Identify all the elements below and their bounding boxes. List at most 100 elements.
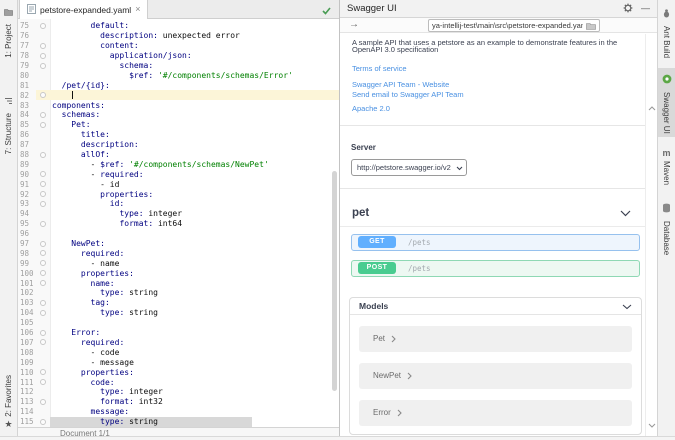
sidebar-item-database[interactable]: Database xyxy=(658,197,675,258)
fold-marker[interactable] xyxy=(36,339,50,345)
scroll-down-icon[interactable] xyxy=(648,415,656,433)
code-line[interactable]: 77 content: xyxy=(18,41,339,51)
editor-tab[interactable]: petstore-expanded.yaml × xyxy=(20,0,147,19)
fold-marker[interactable] xyxy=(36,419,50,425)
fold-marker[interactable] xyxy=(36,112,50,118)
code-line[interactable]: 97 NewPet: xyxy=(18,239,339,249)
code-line[interactable]: 94 type: integer xyxy=(18,209,339,219)
gear-icon[interactable] xyxy=(623,0,633,18)
fold-marker[interactable] xyxy=(36,300,50,306)
fold-marker[interactable] xyxy=(36,122,50,128)
server-select[interactable]: http://petstore.swagger.io/v2 xyxy=(351,159,467,176)
terms-of-service-link[interactable]: Terms of service xyxy=(352,64,633,73)
folder-icon[interactable] xyxy=(586,17,596,35)
fold-marker[interactable] xyxy=(36,241,50,247)
code-line[interactable]: 95 format: int64 xyxy=(18,219,339,229)
code-line[interactable]: 112 type: integer xyxy=(18,387,339,397)
fold-marker[interactable] xyxy=(36,250,50,256)
code-line[interactable]: 101 name: xyxy=(18,278,339,288)
fold-marker[interactable] xyxy=(36,270,50,276)
sidebar-item-swagger-ui[interactable]: Swagger UI xyxy=(658,68,675,137)
minimize-icon[interactable]: — xyxy=(641,4,650,13)
code-editor[interactable]: 75 default:76 description: unexpected er… xyxy=(18,19,339,427)
code-line[interactable]: 102 type: string xyxy=(18,288,339,298)
fold-marker[interactable] xyxy=(36,379,50,385)
code-line[interactable]: 99 - name xyxy=(18,258,339,268)
code-line[interactable]: 75 default: xyxy=(18,21,339,31)
code-line[interactable]: 115 type: string xyxy=(18,417,339,427)
code-line[interactable]: 105 xyxy=(18,318,339,328)
operation-post-pets[interactable]: POST /pets xyxy=(351,260,640,277)
inspection-ok-icon[interactable] xyxy=(322,2,331,20)
code-line[interactable]: 108 - code xyxy=(18,347,339,357)
fold-marker[interactable] xyxy=(36,171,50,177)
fold-marker[interactable] xyxy=(36,152,50,158)
close-icon[interactable]: × xyxy=(135,5,140,14)
model-error[interactable]: Error xyxy=(359,400,632,426)
tag-section-pet[interactable]: pet xyxy=(352,204,631,222)
code-line[interactable]: 87 description: xyxy=(18,140,339,150)
fold-marker[interactable] xyxy=(36,369,50,375)
code-line[interactable]: 81 /pet/{id}: xyxy=(18,80,339,90)
sidebar-item-favorites[interactable]: 2: Favorites ★ xyxy=(0,372,17,432)
operation-get-pets[interactable]: GET /pets xyxy=(351,234,640,251)
code-line[interactable]: 107 required: xyxy=(18,338,339,348)
license-link[interactable]: Apache 2.0 xyxy=(352,104,633,113)
fold-marker[interactable] xyxy=(36,221,50,227)
chevron-down-icon[interactable] xyxy=(622,297,632,315)
swagger-scrollbar[interactable] xyxy=(645,34,657,440)
team-email-link[interactable]: Send email to Swagger API Team xyxy=(352,90,633,99)
code-line[interactable]: 103 tag: xyxy=(18,298,339,308)
code-line[interactable]: 114 message: xyxy=(18,407,339,417)
code-line[interactable]: 91 - id xyxy=(18,179,339,189)
code-line[interactable]: 84 schemas: xyxy=(18,110,339,120)
code-line[interactable]: 111 code: xyxy=(18,377,339,387)
model-newpet[interactable]: NewPet xyxy=(359,363,632,389)
fold-marker[interactable] xyxy=(36,43,50,49)
code-line[interactable]: 82 xyxy=(18,90,339,100)
code-line[interactable]: 79 schema: xyxy=(18,61,339,71)
fold-marker[interactable] xyxy=(36,181,50,187)
sidebar-item-maven[interactable]: m Maven xyxy=(658,146,675,188)
run-arrow-icon[interactable]: → xyxy=(349,18,359,32)
code-line[interactable]: 109 - message xyxy=(18,357,339,367)
code-line[interactable]: 106 Error: xyxy=(18,328,339,338)
code-line[interactable]: 110 properties: xyxy=(18,367,339,377)
scroll-up-icon[interactable] xyxy=(648,98,656,116)
fold-marker[interactable] xyxy=(36,201,50,207)
code-line[interactable]: 100 properties: xyxy=(18,268,339,278)
code-line[interactable]: 89 - $ref: '#/components/schemas/NewPet' xyxy=(18,159,339,169)
code-line[interactable]: 88 allOf: xyxy=(18,150,339,160)
code-line[interactable]: 83components: xyxy=(18,100,339,110)
fold-marker[interactable] xyxy=(36,280,50,286)
fold-marker[interactable] xyxy=(36,260,50,266)
code-line[interactable]: 86 title: xyxy=(18,130,339,140)
code-line[interactable]: 92 properties: xyxy=(18,189,339,199)
code-line[interactable]: 76 description: unexpected error xyxy=(18,31,339,41)
fold-marker[interactable] xyxy=(36,92,50,98)
code-line[interactable]: 80 $ref: '#/components/schemas/Error' xyxy=(18,70,339,80)
sidebar-item-ant-build[interactable]: Ant Build xyxy=(658,2,675,61)
code-line[interactable]: 78 application/json: xyxy=(18,51,339,61)
models-header[interactable]: Models xyxy=(350,298,641,315)
code-line[interactable]: 113 format: int32 xyxy=(18,397,339,407)
code-line[interactable]: 96 xyxy=(18,229,339,239)
fold-marker[interactable] xyxy=(36,310,50,316)
team-website-link[interactable]: Swagger API Team - Website xyxy=(352,80,633,89)
fold-marker[interactable] xyxy=(36,399,50,405)
code-line[interactable]: 85 Pet: xyxy=(18,120,339,130)
sidebar-item-project[interactable]: 1: Project xyxy=(0,0,17,61)
editor-scrollbar[interactable] xyxy=(332,171,337,391)
fold-marker[interactable] xyxy=(36,23,50,29)
code-line[interactable]: 104 type: string xyxy=(18,308,339,318)
fold-marker[interactable] xyxy=(36,63,50,69)
sidebar-item-structure[interactable]: 7: Structure xyxy=(0,89,17,157)
code-line[interactable]: 90 - required: xyxy=(18,169,339,179)
spec-path-field[interactable]: ya-intellij-test\main\src\petstore-expan… xyxy=(428,19,600,32)
model-pet[interactable]: Pet xyxy=(359,326,632,352)
fold-marker[interactable] xyxy=(36,191,50,197)
fold-marker[interactable] xyxy=(36,53,50,59)
chevron-down-icon[interactable] xyxy=(620,204,631,222)
code-line[interactable]: 98 required: xyxy=(18,248,339,258)
fold-marker[interactable] xyxy=(36,330,50,336)
